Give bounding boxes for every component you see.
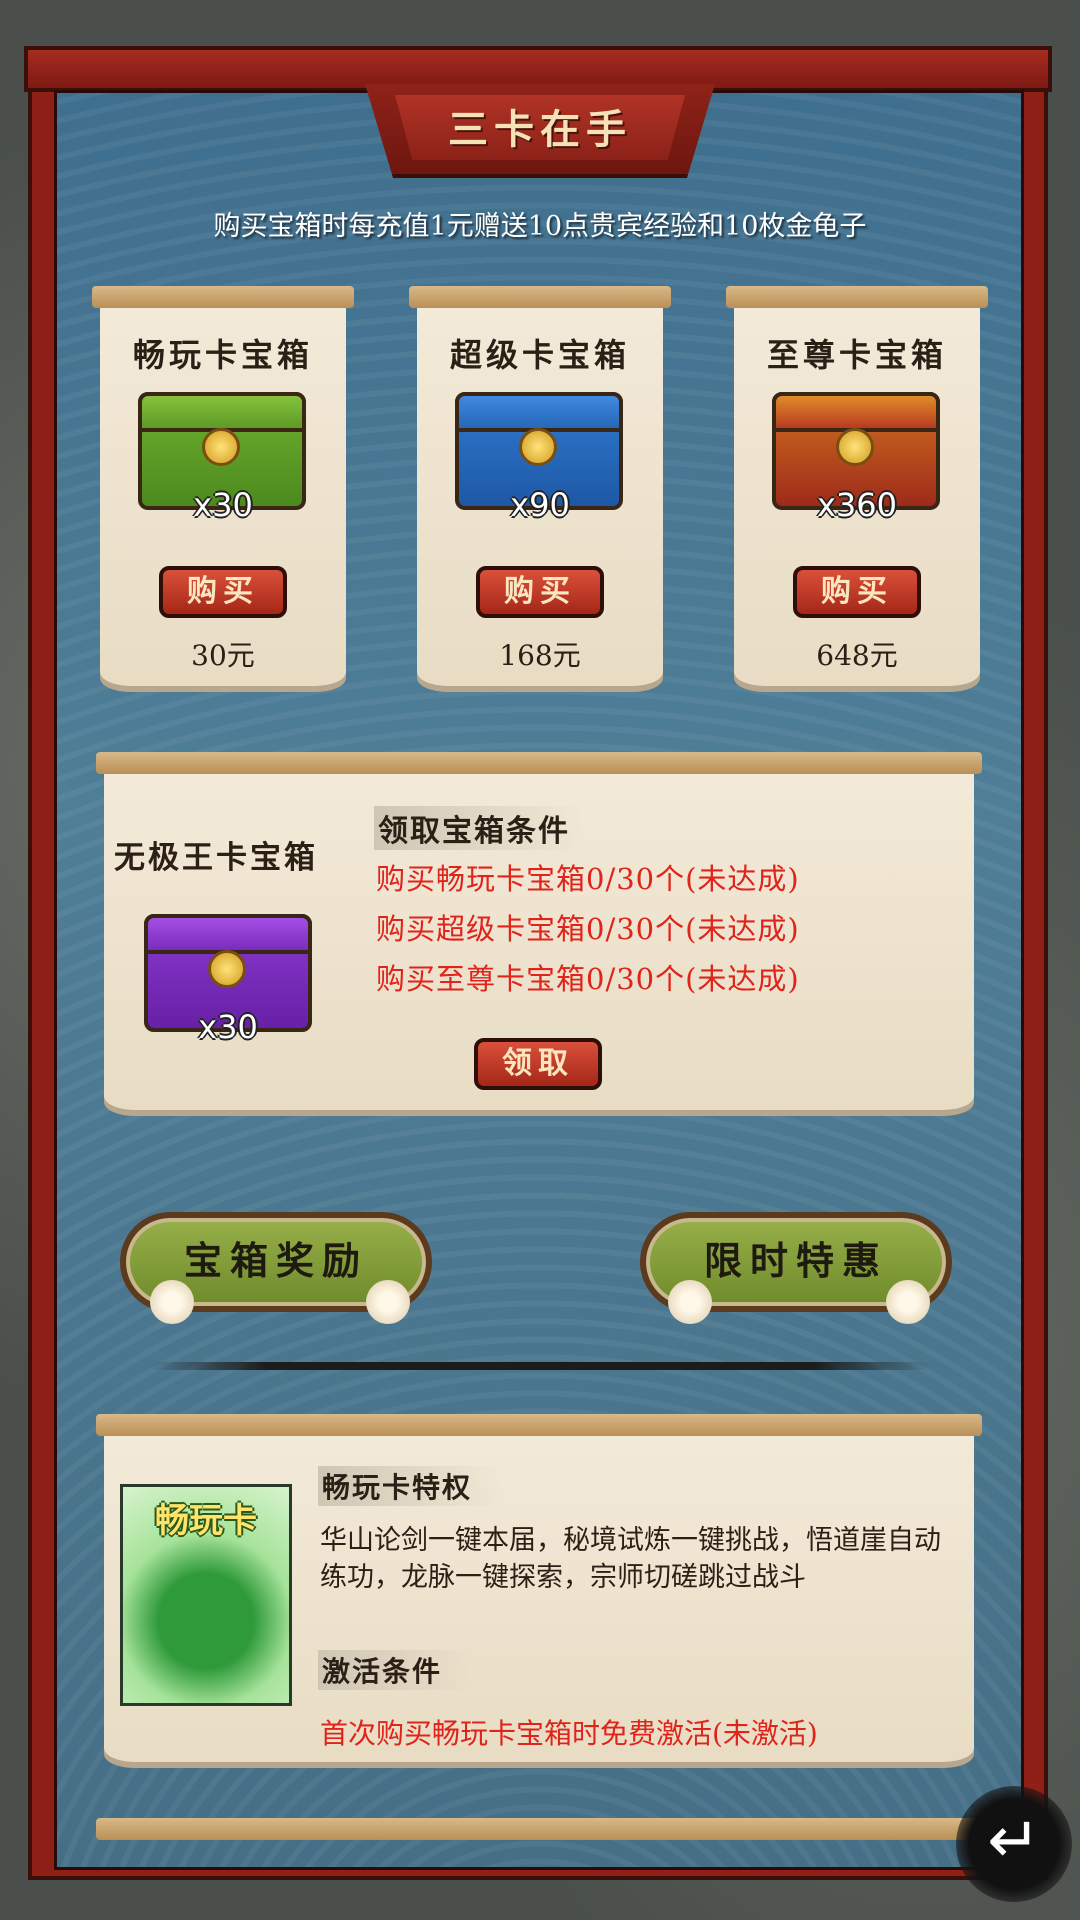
magnolia-flower-icon [886,1280,930,1324]
activate-heading: 激活条件 [318,1650,473,1690]
lock-icon [202,428,240,466]
magnolia-flower-icon [366,1280,410,1324]
card-title: 至尊卡宝箱 [766,336,947,374]
price-label: 30元 [191,639,255,672]
buy-button-chaoji[interactable]: 购买 [476,566,604,618]
condition-line: 购买至尊卡宝箱0/30个(未达成) [376,962,800,996]
chest-quantity: x360 [816,486,897,524]
chest-quantity: x30 [198,1008,258,1046]
card-changwan-chest: 畅玩卡宝箱 x30 购买 30元 [92,286,354,686]
condition-line: 购买畅玩卡宝箱0/30个(未达成) [376,862,800,896]
return-arrow-icon[interactable]: ↵ [956,1786,1072,1902]
ox-emblem-icon [836,428,874,466]
card-chaoji-chest: 超级卡宝箱 x90 购买 168元 [409,286,671,686]
card-image-title: 畅玩卡 [155,1501,257,1541]
chest-quantity: x90 [510,486,570,524]
card-title: 超级卡宝箱 [449,336,630,374]
card-title: 畅玩卡宝箱 [132,336,313,374]
condition-heading: 领取宝箱条件 [374,806,584,850]
page-title: 三卡在手 [448,106,632,153]
buy-button-changwan[interactable]: 购买 [159,566,287,618]
privilege-description: 华山论剑一键本届，秘境试炼一键挑战，悟道崖自动练功，龙脉一键探索，宗师切磋跳过战… [320,1525,941,1593]
activate-condition-text: 首次购买畅玩卡宝箱时免费激活(未激活) [320,1717,818,1750]
price-label: 168元 [499,639,581,672]
next-panel-edge [96,1818,982,1840]
claim-condition-panel: 无极王卡宝箱 x30 领取宝箱条件 购买畅玩卡宝箱0/30个(未达成) 购买超级… [96,752,982,1110]
lock-icon [208,950,246,988]
ink-divider [150,1362,930,1370]
chest-quantity: x30 [193,486,253,524]
privilege-heading: 畅玩卡特权 [318,1466,503,1506]
card-zhizun-chest: 至尊卡宝箱 x360 购买 648元 [726,286,988,686]
lock-icon [519,428,557,466]
changwan-card-image: 畅玩卡 [120,1484,292,1706]
condition-line: 购买超级卡宝箱0/30个(未达成) [376,912,800,946]
wuji-chest-title: 无极王卡宝箱 [114,840,318,876]
buy-button-zhizun[interactable]: 购买 [793,566,921,618]
magnolia-flower-icon [150,1280,194,1324]
magnolia-flower-icon [668,1280,712,1324]
price-label: 648元 [816,639,898,672]
bonus-info-text: 购买宝箱时每充值1元赠送10点贵宾经验和10枚金龟子 [213,211,867,242]
privilege-panel: 畅玩卡 畅玩卡特权 华山论剑一键本届，秘境试炼一键挑战，悟道崖自动练功，龙脉一键… [96,1414,982,1762]
claim-button[interactable]: 领取 [474,1038,602,1090]
